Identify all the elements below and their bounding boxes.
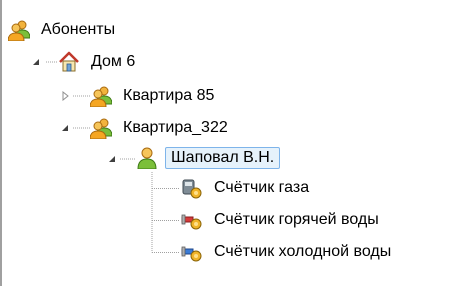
tree-node-apartment-85[interactable]: Квартира 85 — [90, 83, 218, 109]
people-group-icon — [90, 86, 112, 107]
house-icon — [59, 51, 79, 72]
people-group-icon — [8, 20, 30, 41]
collapse-arrow-icon[interactable] — [59, 122, 71, 134]
tree-node-label: Счётчик горячей воды — [214, 211, 379, 228]
tree-node-house[interactable]: Дом 6 — [58, 49, 139, 75]
tree-node-label: Абоненты — [41, 21, 116, 38]
tree-node-label: Счётчик холодной воды — [214, 243, 392, 260]
tree-node-apartment-322[interactable]: Квартира_322 — [90, 115, 232, 141]
tree-node-hot-water-meter[interactable]: Счётчик горячей воды — [181, 207, 383, 233]
collapse-arrow-icon[interactable] — [106, 153, 118, 165]
expand-arrow-icon[interactable] — [59, 90, 71, 102]
collapse-arrow-icon[interactable] — [30, 56, 42, 68]
tree-node-label: Квартира 85 — [123, 87, 215, 104]
people-group-icon — [90, 118, 112, 139]
tree-node-label: Дом 6 — [91, 53, 136, 70]
tree-node-gas-meter[interactable]: Счётчик газа — [181, 175, 313, 201]
tree-node-person[interactable]: Шаповал В.Н. — [136, 145, 281, 171]
tree-node-label: Шаповал В.Н. — [165, 147, 281, 169]
tree-node-subscribers[interactable]: Абоненты — [8, 17, 119, 43]
tree-node-label: Квартира_322 — [123, 119, 228, 136]
tree-node-cold-water-meter[interactable]: Счётчик холодной воды — [181, 239, 395, 265]
cold-water-meter-icon — [181, 246, 202, 262]
subscriber-tree: Абоненты Дом 6 Квартира 85 Квартира_322 … — [0, 0, 460, 286]
person-icon — [137, 147, 157, 169]
tree-left-border — [0, 0, 2, 286]
hot-water-meter-icon — [181, 214, 202, 230]
tree-node-label: Счётчик газа — [214, 179, 310, 196]
gas-meter-icon — [182, 179, 202, 199]
